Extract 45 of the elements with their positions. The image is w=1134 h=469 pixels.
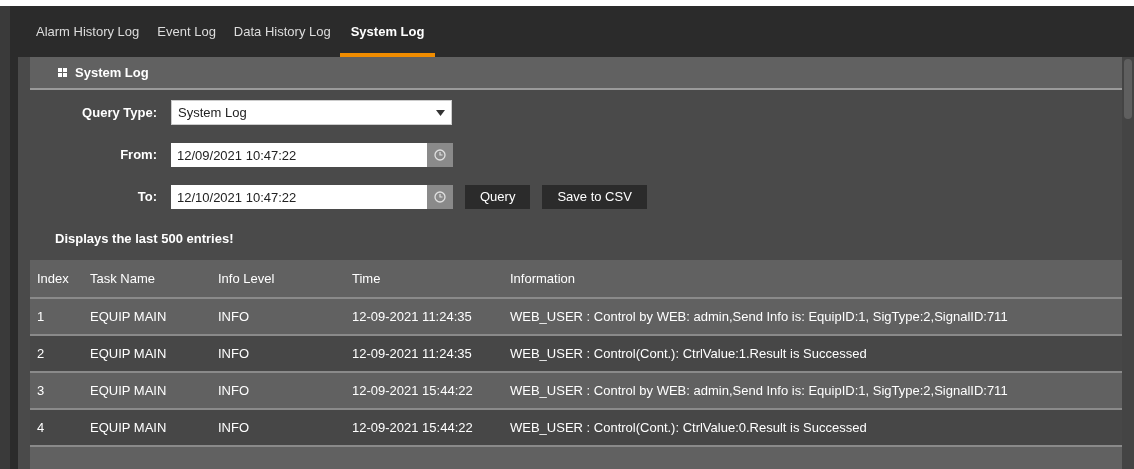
query-button[interactable]: Query xyxy=(465,185,531,209)
table-cell-text: INFO xyxy=(218,344,251,363)
save-to-csv-button[interactable]: Save to CSV xyxy=(542,185,647,209)
column-header: Info Level xyxy=(218,269,276,288)
to-date-field[interactable]: 12/10/2021 10:47:22 xyxy=(171,185,427,209)
table-cell-text: WEB_USER : Control by WEB: admin,Send Info is: EquipID:1, SigType:2,SignalID:711 xyxy=(510,381,1009,400)
grid-icon xyxy=(58,68,67,77)
table-cell-text: EQUIP MAIN xyxy=(90,307,168,326)
table-cell-text: EQUIP MAIN xyxy=(90,418,168,437)
table-cell-text: 12-09-2021 15:44:22 xyxy=(352,418,474,437)
scrollbar[interactable] xyxy=(1122,57,1134,469)
panel-title: System Log xyxy=(75,63,149,82)
column-header: Index xyxy=(36,269,70,288)
clock-icon xyxy=(434,149,446,161)
table-cell-text: 12-09-2021 15:44:22 xyxy=(352,381,474,400)
table-cell-text: 12-09-2021 11:24:35 xyxy=(352,344,473,363)
field-label: From: xyxy=(119,146,158,165)
table-cell-text: 2 xyxy=(36,344,46,363)
table-cell-text: WEB_USER : Control(Cont.): CtrlValue:0.Result is Successed xyxy=(510,418,868,437)
column-header: Information xyxy=(510,269,577,288)
clock-icon xyxy=(434,191,446,203)
table-cell-text: 4 xyxy=(36,418,46,437)
time-picker-button[interactable] xyxy=(427,185,453,209)
table-cell-text: 1 xyxy=(36,307,46,326)
table-cell-text: 12-09-2021 11:24:35 xyxy=(352,307,473,326)
query-type-select[interactable]: System Log xyxy=(171,100,452,125)
column-header: Time xyxy=(352,269,382,288)
tab[interactable]: Data History Log xyxy=(224,6,340,57)
tab[interactable]: Alarm History Log xyxy=(27,6,149,57)
field-label: To: xyxy=(136,188,158,207)
table-cell-text: INFO xyxy=(218,381,251,400)
table-cell-text: 3 xyxy=(36,381,46,400)
field-label: Query Type: xyxy=(81,103,158,122)
table-cell-text: WEB_USER : Control(Cont.): CtrlValue:1.Result is Successed xyxy=(510,344,868,363)
table-cell-text: INFO xyxy=(218,307,251,326)
time-picker-button[interactable] xyxy=(427,143,453,167)
entries-note: Displays the last 500 entries! xyxy=(55,230,235,248)
table-cell-text: EQUIP MAIN xyxy=(90,381,168,400)
column-header: Task Name xyxy=(90,269,157,288)
from-date-field[interactable]: 12/09/2021 10:47:22 xyxy=(171,143,427,167)
table-cell-text: WEB_USER : Control by WEB: admin,Send Info is: EquipID:1, SigType:2,SignalID:711 xyxy=(510,307,1009,326)
table-cell-text: INFO xyxy=(218,418,251,437)
table-cell-text: EQUIP MAIN xyxy=(90,344,168,363)
tab[interactable]: Event Log xyxy=(148,6,225,57)
dropdown-caret-icon xyxy=(436,109,445,116)
